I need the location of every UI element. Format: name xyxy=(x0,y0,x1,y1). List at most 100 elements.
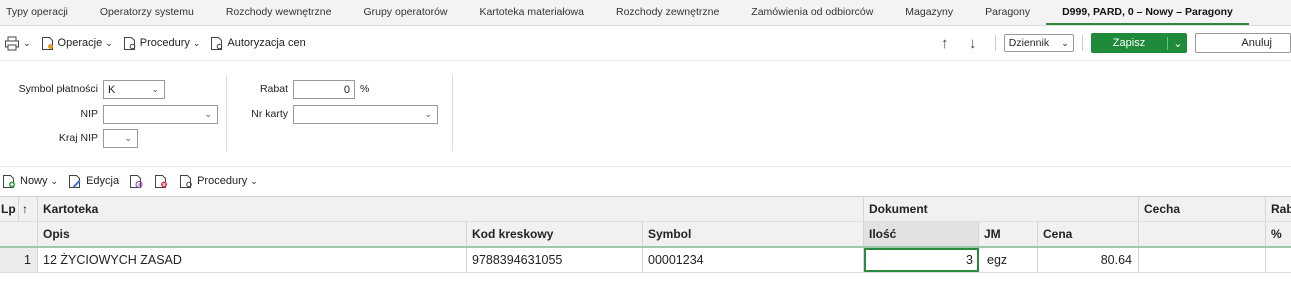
separator xyxy=(994,35,996,51)
country-nip-select[interactable]: ⌄ xyxy=(103,129,138,148)
col-header-rabat[interactable]: Rab xyxy=(1266,197,1291,221)
tab-zamowienia-od-odbiorcow[interactable]: Zamówienia od odbiorców xyxy=(735,0,889,25)
tab-rozchody-wewnetrzne[interactable]: Rozchody wewnętrzne xyxy=(210,0,348,25)
nip-select[interactable]: ⌄ xyxy=(103,105,218,124)
items-procedures-label: Procedury xyxy=(197,175,248,187)
document-cog-icon xyxy=(123,36,137,51)
document-cog-icon xyxy=(179,174,194,189)
col-header-kartoteka[interactable]: Kartoteka xyxy=(38,197,864,221)
col-header-opis[interactable]: Opis xyxy=(38,222,467,246)
table-row-rabat[interactable] xyxy=(1266,248,1291,272)
grid-border xyxy=(0,272,1291,273)
document-tabs: Typy operacji Operatorzy systemu Rozchod… xyxy=(0,0,1291,26)
table-row-cecha[interactable] xyxy=(1139,248,1266,272)
col-header-cena[interactable]: Cena xyxy=(1038,222,1139,246)
tab-paragony[interactable]: Paragony xyxy=(969,0,1046,25)
col-header-lp[interactable]: Lp xyxy=(0,197,19,221)
discount-input[interactable]: 0 xyxy=(293,80,355,99)
payment-symbol-label: Symbol płatności xyxy=(18,83,98,95)
card-number-label: Nr karty xyxy=(251,108,288,120)
document-delete-icon xyxy=(154,174,169,189)
discount-value: 0 xyxy=(343,83,350,96)
table-row-lp[interactable]: 1 xyxy=(0,248,38,272)
payment-symbol-value: K xyxy=(108,83,116,96)
document-info-icon xyxy=(129,174,144,189)
procedures-menu[interactable]: Procedury ⌄ xyxy=(123,36,201,51)
table-row-jm[interactable]: egz xyxy=(979,248,1038,272)
chevron-down-icon: ⌄ xyxy=(23,37,31,48)
document-add-icon xyxy=(2,174,17,189)
col-header-cecha-sub xyxy=(1139,222,1266,246)
tab-rozchody-zewnetrzne[interactable]: Rozchody zewnętrzne xyxy=(600,0,735,25)
chevron-down-icon: ⌄ xyxy=(124,133,132,143)
items-procedures-menu[interactable]: Procedury ⌄ xyxy=(179,174,258,189)
new-item-button[interactable]: Nowy ⌄ xyxy=(2,174,58,189)
operations-menu[interactable]: Operacje ⌄ xyxy=(41,36,113,51)
price-authorization-label: Autoryzacja cen xyxy=(227,37,306,49)
sort-arrow-icon[interactable]: ↑ xyxy=(19,197,38,221)
edit-label: Edycja xyxy=(86,175,120,187)
new-label: Nowy xyxy=(20,175,48,187)
col-header-rabat-percent[interactable]: % xyxy=(1266,222,1291,246)
chevron-down-icon: ⌄ xyxy=(424,109,432,119)
col-header-ilosc[interactable]: Ilość xyxy=(864,222,979,246)
print-button[interactable]: ⌄ xyxy=(4,36,31,51)
save-label: Zapisz xyxy=(1112,37,1146,49)
separator xyxy=(1081,35,1083,51)
col-header-jm[interactable]: JM xyxy=(979,222,1038,246)
col-header-blank xyxy=(0,222,38,246)
col-header-kod-kreskowy[interactable]: Kod kreskowy xyxy=(467,222,643,246)
tab-magazyny[interactable]: Magazyny xyxy=(889,0,969,25)
col-header-symbol[interactable]: Symbol xyxy=(643,222,864,246)
cancel-label: Anuluj xyxy=(1241,37,1272,49)
table-row-cena[interactable]: 80.64 xyxy=(1038,248,1139,272)
journal-select[interactable]: Dziennik ⌄ xyxy=(1003,34,1074,52)
col-header-cecha[interactable]: Cecha xyxy=(1139,197,1266,221)
tab-grupy-operatorow[interactable]: Grupy operatorów xyxy=(347,0,463,25)
col-header-dokument[interactable]: Dokument xyxy=(864,197,1139,221)
toolbar-right: ↑ ↓ Dziennik ⌄ Zapisz ⌄ Anuluj xyxy=(931,28,1291,58)
document-gear-icon xyxy=(41,36,55,51)
form-divider xyxy=(226,75,227,151)
edit-item-button[interactable]: Edycja xyxy=(68,174,119,189)
table-row-ilosc-input[interactable]: 3 xyxy=(864,248,979,272)
table-row-symbol[interactable]: 00001234 xyxy=(643,248,864,272)
chevron-down-icon: ⌄ xyxy=(1061,37,1069,48)
payment-symbol-select[interactable]: K ⌄ xyxy=(103,80,165,99)
main-toolbar: ⌄ Operacje ⌄ Procedury ⌄ Autoryzacja cen… xyxy=(0,28,1291,58)
chevron-down-icon: ⌄ xyxy=(105,37,113,48)
printer-icon xyxy=(4,36,20,51)
chevron-down-icon: ⌄ xyxy=(250,175,258,186)
header-form: Symbol płatności K ⌄ NIP ⌄ Kraj NIP ⌄ Ra… xyxy=(0,60,1291,165)
tab-active-document[interactable]: D999, PARD, 0 – Nowy – Paragony xyxy=(1046,0,1249,25)
table-row-kod-kreskowy[interactable]: 9788394631055 xyxy=(467,248,643,272)
price-authorization-button[interactable]: Autoryzacja cen xyxy=(210,36,306,51)
table-row-opis[interactable]: 12 ŻYCIOWYCH ZASAD xyxy=(38,248,467,272)
save-button[interactable]: Zapisz ⌄ xyxy=(1090,33,1188,53)
discount-label: Rabat xyxy=(259,83,288,95)
nip-label: NIP xyxy=(80,108,98,120)
arrow-down-icon[interactable]: ↓ xyxy=(959,35,987,52)
chevron-down-icon: ⌄ xyxy=(50,175,59,186)
procedures-label: Procedury xyxy=(139,37,190,49)
country-nip-label: Kraj NIP xyxy=(58,132,98,144)
cancel-button[interactable]: Anuluj xyxy=(1195,33,1291,53)
discount-unit: % xyxy=(360,83,370,95)
document-cog-icon xyxy=(210,36,224,51)
tab-typy-operacji[interactable]: Typy operacji xyxy=(0,0,84,25)
chevron-down-icon[interactable]: ⌄ xyxy=(1167,36,1187,50)
chevron-down-icon: ⌄ xyxy=(204,109,212,119)
arrow-up-icon[interactable]: ↑ xyxy=(931,35,959,52)
operations-label: Operacje xyxy=(57,37,103,49)
delete-item-button[interactable] xyxy=(154,174,169,189)
card-number-select[interactable]: ⌄ xyxy=(293,105,438,124)
document-edit-icon xyxy=(68,174,83,189)
item-info-button[interactable] xyxy=(129,174,144,189)
chevron-down-icon: ⌄ xyxy=(192,37,201,48)
items-toolbar: Nowy ⌄ Edycja Procedury ⌄ xyxy=(0,166,1291,195)
tab-operatorzy-systemu[interactable]: Operatorzy systemu xyxy=(84,0,210,25)
tab-kartoteka-materialowa[interactable]: Kartoteka materiałowa xyxy=(464,0,600,25)
chevron-down-icon: ⌄ xyxy=(151,84,159,94)
journal-label: Dziennik xyxy=(1008,37,1050,49)
form-divider xyxy=(452,75,453,151)
